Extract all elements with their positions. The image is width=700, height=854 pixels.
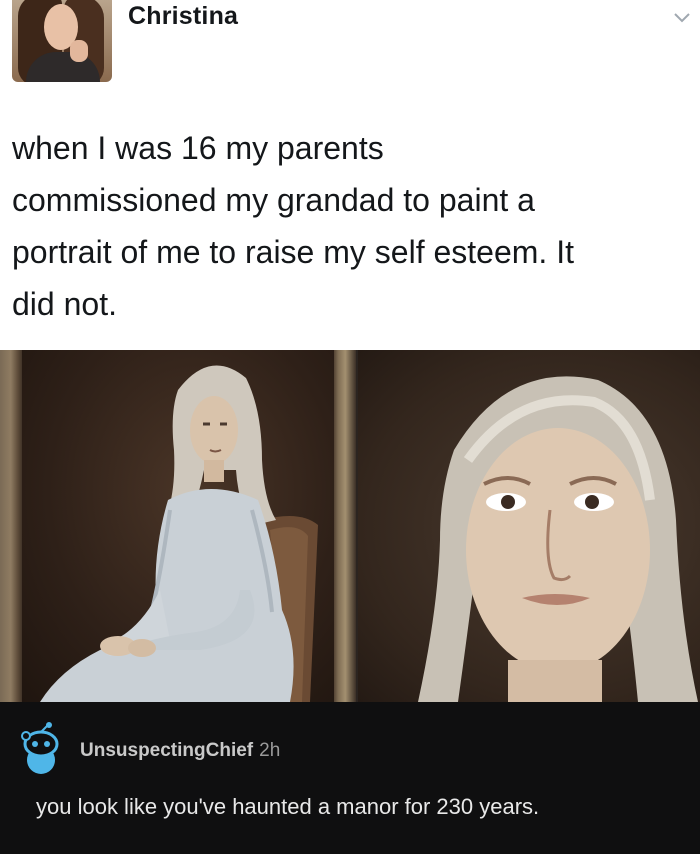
comment-text: you look like you've haunted a manor for… bbox=[36, 794, 540, 819]
portrait-face-icon bbox=[418, 376, 698, 702]
tweet-card: Christina when I was 16 my parents commi… bbox=[0, 0, 700, 350]
snoo-avatar-icon[interactable] bbox=[18, 722, 64, 774]
author-name[interactable]: Christina bbox=[128, 2, 238, 31]
comment-timestamp: 2h bbox=[259, 740, 281, 761]
painting-closeup-face[interactable] bbox=[358, 350, 700, 702]
tweet-text-line: portrait of me to raise my self esteem. … bbox=[12, 234, 574, 270]
tweet-text-line: commissioned my grandad to paint a bbox=[12, 182, 535, 218]
comment-username-text[interactable]: UnsuspectingChief bbox=[80, 740, 253, 761]
tweet-header: Christina bbox=[0, 0, 700, 92]
chevron-down-icon[interactable] bbox=[672, 8, 692, 28]
tweet-text-line: when I was 16 my parents bbox=[12, 130, 384, 166]
comment-card: UnsuspectingChief 2h you look like you've… bbox=[0, 702, 700, 854]
avatar[interactable] bbox=[12, 0, 112, 82]
tweet-text: when I was 16 my parents commissioned my… bbox=[12, 122, 692, 330]
painting-full-portrait[interactable] bbox=[0, 350, 356, 702]
portrait-figure-icon bbox=[40, 365, 318, 702]
tweet-text-line: did not. bbox=[12, 286, 117, 322]
comment-username[interactable]: UnsuspectingChief 2h bbox=[80, 740, 280, 762]
tweet-media[interactable] bbox=[0, 350, 700, 702]
avatar-hand bbox=[70, 40, 88, 62]
